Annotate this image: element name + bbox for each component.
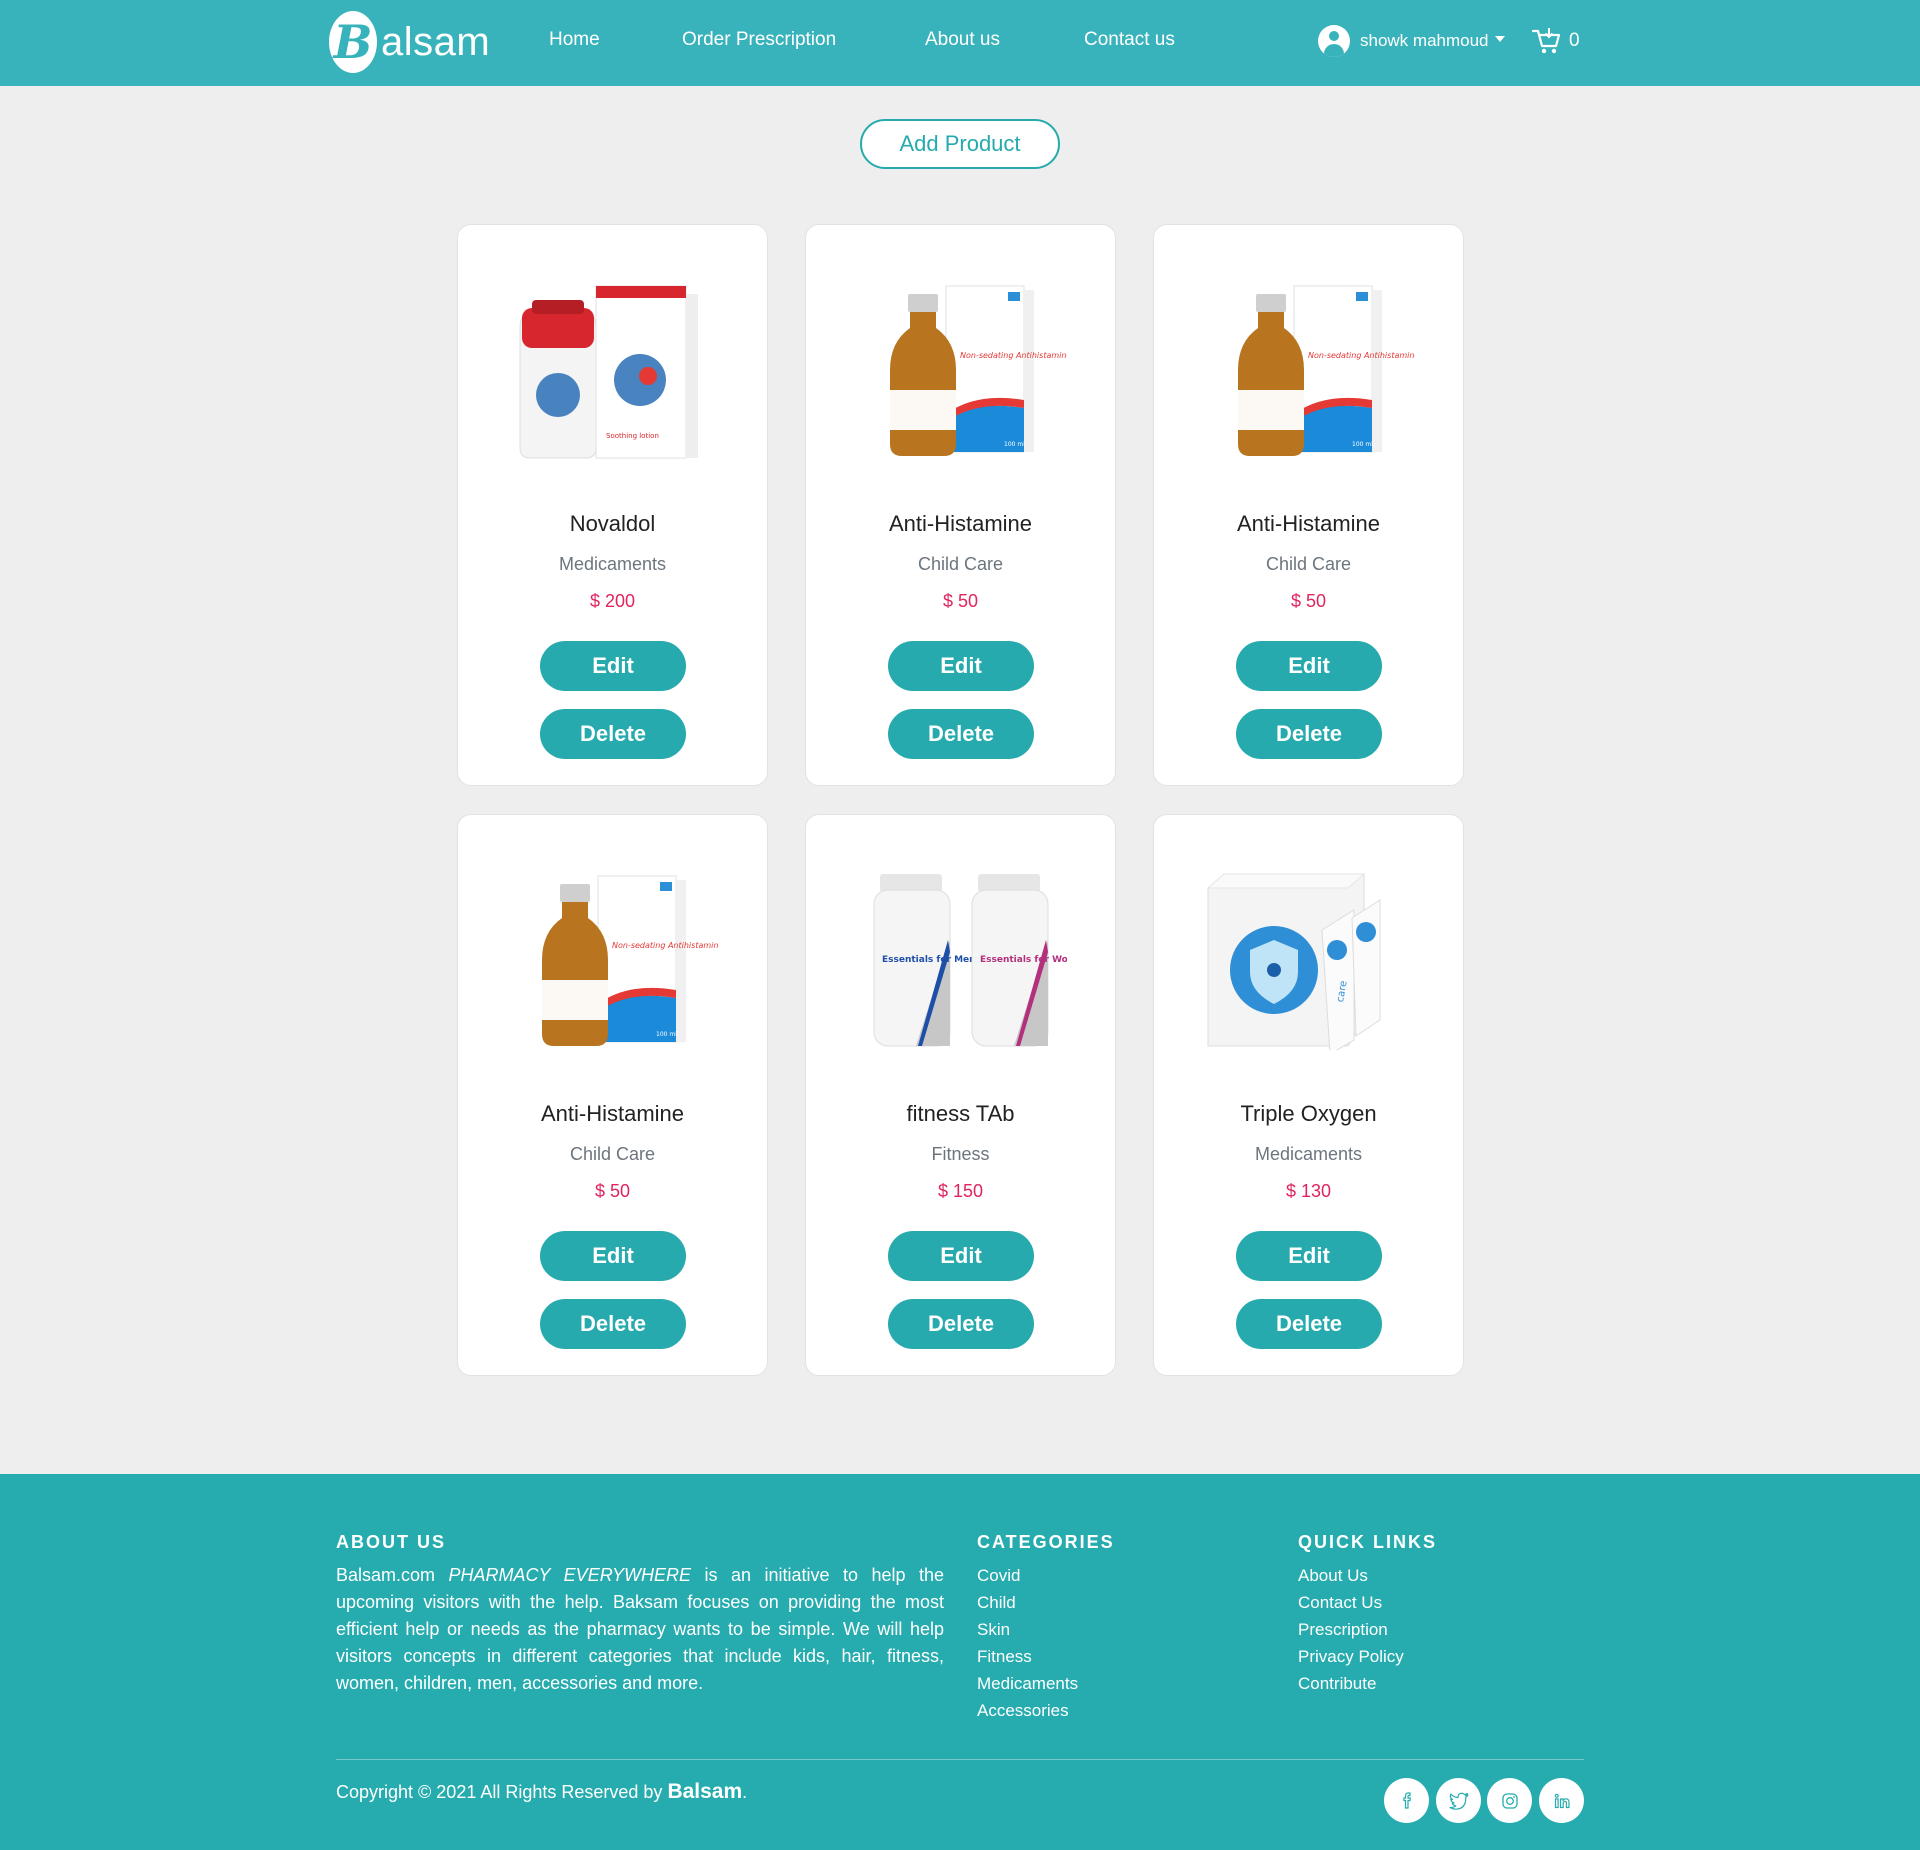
footer-about-brand: Balsam.com [336, 1565, 436, 1585]
product-category: Medicaments [1254, 1144, 1363, 1164]
product-card: Non-sedating Antihistamine 100 ml Anti-H… [457, 814, 768, 1376]
user-name: showk mahmoud [1360, 31, 1489, 50]
delete-button[interactable]: Delete [1236, 709, 1382, 759]
footer-categories-title: CATEGORIES [977, 1532, 1115, 1552]
nav-link-about[interactable]: About us [925, 29, 1000, 51]
svg-text:100 ml: 100 ml [656, 1031, 677, 1038]
footer-categories-list: Covid Child Skin Fitness Medicaments Acc… [977, 1562, 1078, 1724]
footer-category-link[interactable]: Accessories [977, 1697, 1078, 1724]
copyright-brand[interactable]: Balsam [667, 1780, 742, 1803]
footer-about-title: ABOUT US [336, 1532, 446, 1552]
site-footer: ABOUT US Balsam.com PHARMACY EVERYWHERE … [0, 1474, 1920, 1850]
svg-text:Non-sedating Antihistamine: Non-sedating Antihistamine [612, 941, 719, 950]
delete-button[interactable]: Delete [1236, 1299, 1382, 1349]
product-image: Essentials for Men Essentials for Women [856, 870, 1067, 1050]
product-category: Child Care [917, 554, 1004, 574]
product-name: Anti-Histamine [1236, 511, 1381, 536]
cart-button[interactable]: 0 [1531, 26, 1580, 56]
nav-link-contact[interactable]: Contact us [1084, 29, 1175, 51]
footer-about-text: Balsam.com PHARMACY EVERYWHERE is an ini… [336, 1562, 944, 1697]
delete-button[interactable]: Delete [888, 709, 1034, 759]
product-price: $ 150 [937, 1181, 984, 1201]
logo-text: alsam [381, 19, 491, 64]
product-name: fitness TAb [906, 1101, 1015, 1126]
product-name: Anti-Histamine [540, 1101, 685, 1126]
footer-quick-link[interactable]: Contact Us [1298, 1589, 1404, 1616]
footer-quick-link[interactable]: Prescription [1298, 1616, 1404, 1643]
edit-button[interactable]: Edit [888, 1231, 1034, 1281]
product-card: Essentials for Men Essentials for Women … [805, 814, 1116, 1376]
linkedin-icon[interactable] [1539, 1778, 1584, 1823]
user-avatar-icon [1318, 25, 1350, 57]
product-card: care Triple Oxygen Medicaments $ 130 Edi… [1153, 814, 1464, 1376]
edit-button[interactable]: Edit [888, 641, 1034, 691]
footer-quick-links-list: About Us Contact Us Prescription Privacy… [1298, 1562, 1404, 1697]
svg-text:Essentials for Women: Essentials for Women [980, 955, 1067, 965]
facebook-icon[interactable] [1384, 1778, 1429, 1823]
footer-category-link[interactable]: Child [977, 1589, 1078, 1616]
cart-count: 0 [1569, 30, 1580, 51]
delete-button[interactable]: Delete [540, 709, 686, 759]
product-price: $ 50 [594, 1181, 631, 1201]
product-card: Non-sedating Antihistamine 100 ml Anti-H… [1153, 224, 1464, 786]
edit-button[interactable]: Edit [1236, 1231, 1382, 1281]
product-card: Non-sedating Antihistamine 100 ml Anti-H… [805, 224, 1116, 786]
cart-icon [1531, 28, 1561, 54]
product-name: Novaldol [569, 511, 656, 536]
nav-link-order-prescription[interactable]: Order Prescription [682, 29, 836, 51]
user-menu[interactable]: showk mahmoud [1318, 25, 1505, 57]
copyright-period: . [742, 1782, 748, 1802]
svg-text:Non-sedating Antihistamine: Non-sedating Antihistamine [960, 351, 1067, 360]
svg-text:Essentials for Men: Essentials for Men [882, 955, 976, 965]
footer-about-tagline: PHARMACY EVERYWHERE [448, 1565, 692, 1585]
product-category: Child Care [1265, 554, 1352, 574]
footer-category-link[interactable]: Skin [977, 1616, 1078, 1643]
product-image: Non-sedating Antihistamine 100 ml [1204, 280, 1415, 460]
footer-category-link[interactable]: Covid [977, 1562, 1078, 1589]
footer-category-link[interactable]: Fitness [977, 1643, 1078, 1670]
instagram-icon[interactable] [1487, 1778, 1532, 1823]
top-navbar: B alsam Home Order Prescription About us… [0, 0, 1920, 86]
product-price: $ 200 [589, 591, 636, 611]
logo-mark: B [329, 11, 377, 73]
edit-button[interactable]: Edit [540, 641, 686, 691]
chevron-down-icon [1494, 36, 1505, 42]
product-category: Fitness [931, 1144, 990, 1164]
product-price: $ 50 [942, 591, 979, 611]
product-price: $ 50 [1290, 591, 1327, 611]
copyright-label: Copyright © 2021 All Rights Reserved by [336, 1782, 663, 1802]
product-card: Soothing lotion Novaldol Medicaments $ 2… [457, 224, 768, 786]
footer-quick-link[interactable]: Privacy Policy [1298, 1643, 1404, 1670]
copyright-text: Copyright © 2021 All Rights Reserved by … [336, 1780, 747, 1804]
footer-category-link[interactable]: Medicaments [977, 1670, 1078, 1697]
footer-quick-link[interactable]: About Us [1298, 1562, 1404, 1589]
product-image: Non-sedating Antihistamine 100 ml [508, 870, 719, 1050]
delete-button[interactable]: Delete [540, 1299, 686, 1349]
twitter-icon[interactable] [1436, 1778, 1481, 1823]
product-image: Non-sedating Antihistamine 100 ml [856, 280, 1067, 460]
footer-divider [336, 1759, 1584, 1760]
edit-button[interactable]: Edit [540, 1231, 686, 1281]
logo-letter: B [333, 15, 373, 69]
svg-text:Soothing lotion: Soothing lotion [606, 432, 659, 440]
svg-text:100 ml: 100 ml [1352, 441, 1373, 448]
product-image: care [1204, 870, 1415, 1050]
nav-link-home[interactable]: Home [549, 29, 600, 51]
edit-button[interactable]: Edit [1236, 641, 1382, 691]
svg-text:100 ml: 100 ml [1004, 441, 1025, 448]
product-price: $ 130 [1285, 1181, 1332, 1201]
footer-quick-links-title: QUICK LINKS [1298, 1532, 1437, 1552]
brand-logo[interactable]: B alsam [329, 11, 490, 73]
footer-quick-link[interactable]: Contribute [1298, 1670, 1404, 1697]
delete-button[interactable]: Delete [888, 1299, 1034, 1349]
product-category: Child Care [569, 1144, 656, 1164]
product-name: Anti-Histamine [888, 511, 1033, 536]
product-image: Soothing lotion [508, 280, 719, 460]
add-product-button[interactable]: Add Product [860, 119, 1060, 169]
product-category: Medicaments [558, 554, 667, 574]
product-name: Triple Oxygen [1240, 1101, 1377, 1126]
svg-text:Non-sedating Antihistamine: Non-sedating Antihistamine [1308, 351, 1415, 360]
